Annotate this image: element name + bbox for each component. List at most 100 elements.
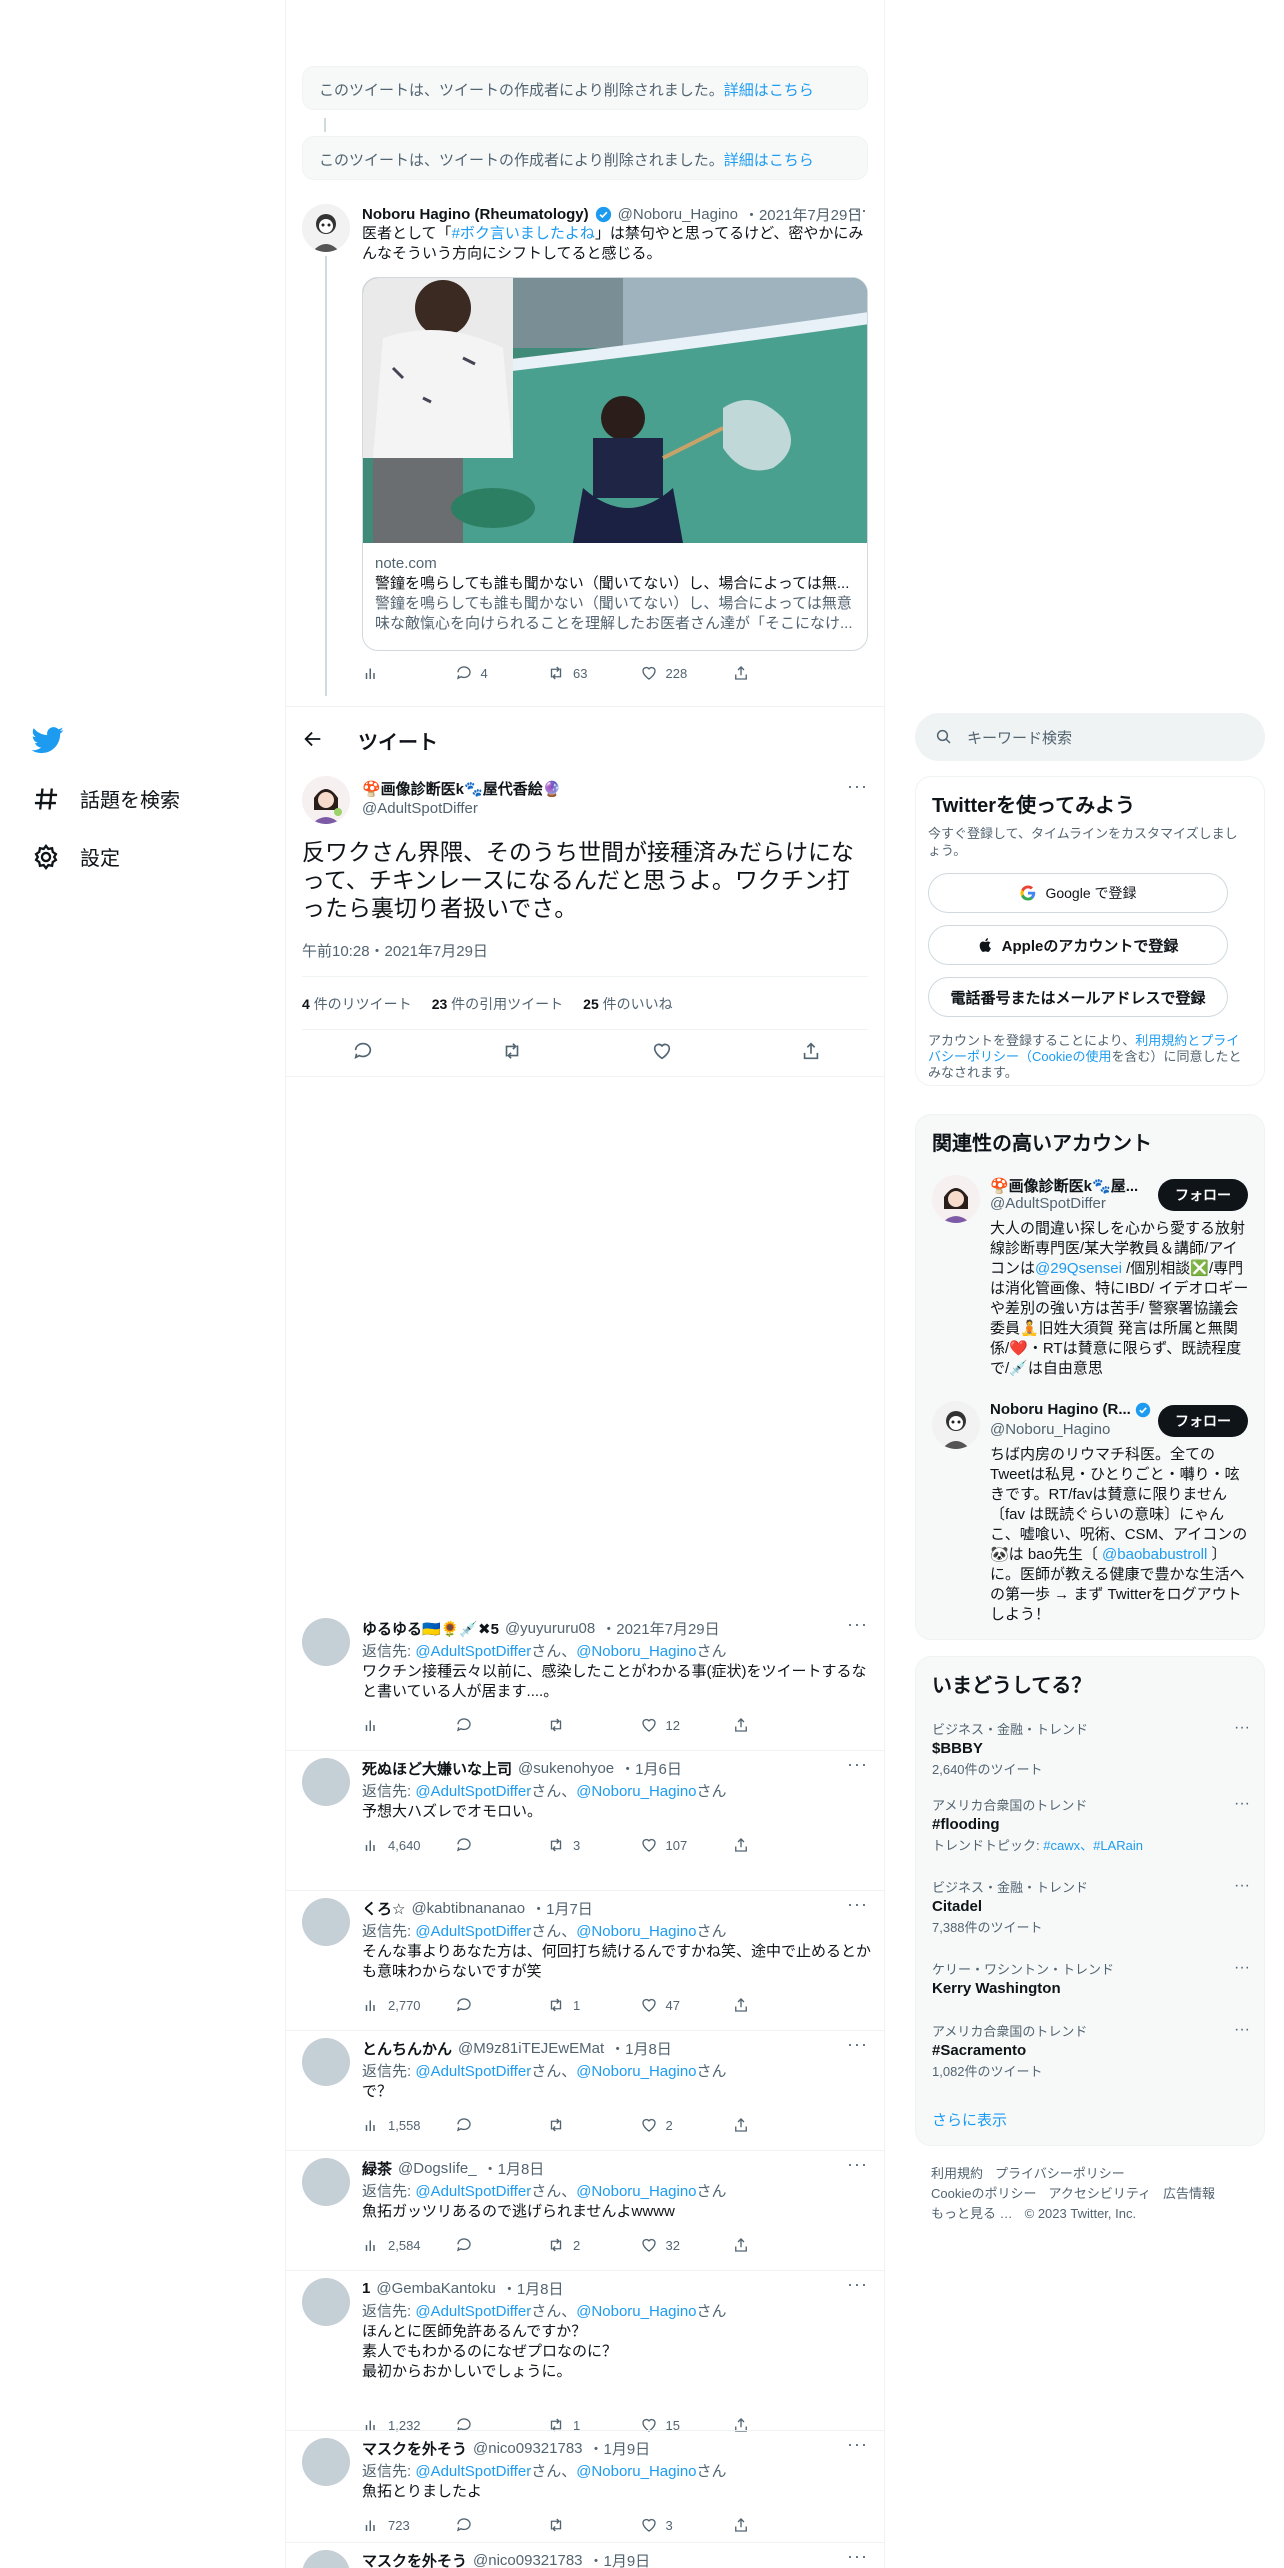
author-name[interactable]: マスクを外そう: [362, 2438, 467, 2459]
like-button[interactable]: 3: [640, 2516, 700, 2534]
retweet-button[interactable]: [547, 2516, 607, 2534]
share-button[interactable]: [732, 1716, 792, 1734]
retweet-button[interactable]: 3: [547, 1836, 607, 1854]
reply-button[interactable]: [455, 1836, 515, 1854]
more-options-icon[interactable]: ···: [847, 2154, 868, 2175]
avatar[interactable]: [302, 2158, 350, 2206]
retweet-button[interactable]: [547, 1716, 607, 1734]
heart-icon[interactable]: [651, 1040, 673, 1062]
footer-more-link[interactable]: もっと見る …: [931, 2206, 1013, 2221]
views-button[interactable]: 723: [362, 2516, 422, 2534]
follow-button[interactable]: フォロー: [1158, 1405, 1248, 1437]
footer-ads-link[interactable]: 広告情報: [1163, 2186, 1215, 2201]
account-handle[interactable]: @Noboru_Hagino: [990, 1421, 1110, 1438]
hashtag-link[interactable]: #ボク言いましたよね: [452, 225, 595, 242]
more-options-icon[interactable]: ···: [847, 200, 868, 221]
share-button[interactable]: [732, 2516, 792, 2534]
more-options-icon[interactable]: ···: [847, 1754, 868, 1775]
retweet-button[interactable]: 1: [547, 1996, 607, 2014]
mention-link[interactable]: @AdultSpotDiffer: [415, 2183, 531, 2200]
more-options-icon[interactable]: ···: [1234, 2021, 1250, 2039]
avatar[interactable]: [302, 2550, 350, 2568]
like-button[interactable]: 47: [640, 1996, 700, 2014]
tweet-date[interactable]: ・1月8日: [502, 2278, 564, 2299]
mention-link[interactable]: @AdultSpotDiffer: [415, 2463, 531, 2480]
more-options-icon[interactable]: ···: [847, 2034, 868, 2055]
bio-mention-link[interactable]: @baobabustroll: [1102, 1546, 1207, 1563]
author-name[interactable]: くろ☆: [362, 1898, 405, 1919]
share-button[interactable]: [732, 1996, 792, 2014]
author-handle[interactable]: @DogsIife_: [398, 2160, 477, 2177]
author-name[interactable]: ゆるゆる🇺🇦🌻💉✖5: [362, 1618, 499, 1639]
nav-explore[interactable]: 話題を検索: [32, 784, 180, 813]
reply-button[interactable]: [455, 1996, 515, 2014]
retweet-button[interactable]: 2: [547, 2236, 607, 2254]
retweet-button[interactable]: 63: [547, 664, 607, 682]
mention-link[interactable]: @Noboru_Hagino: [576, 2303, 696, 2320]
like-button[interactable]: 107: [640, 1836, 700, 1854]
tweet-date[interactable]: ・1月9日: [589, 2438, 651, 2459]
views-button[interactable]: 4,640: [362, 1836, 422, 1854]
retweet-button[interactable]: 1: [547, 2416, 607, 2434]
mention-link[interactable]: @Noboru_Hagino: [576, 1923, 696, 1940]
learn-more-link[interactable]: 詳細はこちら: [724, 152, 814, 169]
tweet-date[interactable]: ・1月8日: [483, 2158, 545, 2179]
trend-item[interactable]: アメリカ合衆国のトレンド #flooding トレンドトピック: #cawx、#L…: [932, 1795, 1250, 1854]
views-button[interactable]: [362, 1716, 422, 1734]
author-name[interactable]: 1: [362, 2280, 370, 2297]
tweet-date[interactable]: ・1月8日: [610, 2038, 672, 2059]
reply-button[interactable]: [455, 1716, 515, 1734]
views-button[interactable]: [362, 664, 422, 682]
author-handle[interactable]: @M9z81iTEJEwEMat: [458, 2040, 604, 2057]
more-options-icon[interactable]: ···: [847, 1614, 868, 1635]
trend-item[interactable]: ビジネス・金融・トレンド Citadel 7,388件のツイート ···: [932, 1877, 1250, 1936]
reply-button[interactable]: [455, 2416, 515, 2434]
trend-item[interactable]: アメリカ合衆国のトレンド #Sacramento 1,082件のツイート ···: [932, 2021, 1250, 2080]
author-handle[interactable]: @Noboru_Hagino: [618, 206, 738, 223]
trend-topic-links[interactable]: #cawx、#LARain: [1043, 1838, 1143, 1853]
like-button[interactable]: 228: [640, 664, 700, 682]
more-options-icon[interactable]: ···: [847, 776, 868, 797]
footer-privacy-link[interactable]: プライバシーポリシー: [995, 2166, 1125, 2181]
footer-accessibility-link[interactable]: アクセシビリティ: [1048, 2186, 1151, 2201]
avatar[interactable]: [302, 1898, 350, 1946]
learn-more-link[interactable]: 詳細はこちら: [724, 82, 814, 99]
like-button[interactable]: 2: [640, 2116, 700, 2134]
views-button[interactable]: 1,558: [362, 2116, 422, 2134]
mention-link[interactable]: @Noboru_Hagino: [576, 2063, 696, 2080]
reply-icon[interactable]: [352, 1040, 374, 1062]
mention-link[interactable]: @Noboru_Hagino: [576, 1643, 696, 1660]
trend-item[interactable]: ビジネス・金融・トレンド $BBBY 2,640件のツイート ···: [932, 1719, 1250, 1778]
mention-link[interactable]: @Noboru_Hagino: [576, 2463, 696, 2480]
tweet-date[interactable]: ・1月7日: [531, 1898, 593, 1919]
avatar[interactable]: [932, 1175, 980, 1223]
share-button[interactable]: [732, 664, 792, 682]
account-handle[interactable]: @AdultSpotDiffer: [990, 1195, 1106, 1212]
share-button[interactable]: [732, 2416, 792, 2434]
mention-link[interactable]: @AdultSpotDiffer: [415, 2303, 531, 2320]
avatar[interactable]: [302, 2038, 350, 2086]
like-button[interactable]: 15: [640, 2416, 700, 2434]
mention-link[interactable]: @AdultSpotDiffer: [415, 1923, 531, 1940]
avatar[interactable]: [932, 1401, 980, 1449]
trend-item[interactable]: ケリー・ワシントン・トレンド Kerry Washington ···: [932, 1959, 1250, 1997]
back-arrow-icon[interactable]: [302, 728, 324, 750]
mention-link[interactable]: @Noboru_Hagino: [576, 2183, 696, 2200]
more-options-icon[interactable]: ···: [847, 2546, 868, 2567]
author-handle[interactable]: @sukenohyoe: [518, 1760, 614, 1777]
more-options-icon[interactable]: ···: [847, 1894, 868, 1915]
nav-settings[interactable]: 設定: [32, 842, 120, 871]
author-handle[interactable]: @kabtibnananao: [411, 1900, 525, 1917]
like-button[interactable]: 12: [640, 1716, 700, 1734]
share-button[interactable]: [732, 2236, 792, 2254]
reply-button[interactable]: [455, 2116, 515, 2134]
author-name[interactable]: 死ぬほど大嫌いな上司: [362, 1758, 512, 1779]
avatar[interactable]: [302, 1758, 350, 1806]
avatar[interactable]: [302, 1618, 350, 1666]
link-card[interactable]: note.com 警鐘を鳴らしても誰も聞かない（聞いてない）し、場合によっては無…: [362, 277, 868, 651]
tweet-date[interactable]: ・2021年7月29日: [601, 1618, 719, 1639]
views-button[interactable]: 1,232: [362, 2416, 422, 2434]
like-button[interactable]: 32: [640, 2236, 700, 2254]
more-options-icon[interactable]: ···: [847, 2434, 868, 2455]
more-options-icon[interactable]: ···: [1234, 1959, 1250, 1977]
